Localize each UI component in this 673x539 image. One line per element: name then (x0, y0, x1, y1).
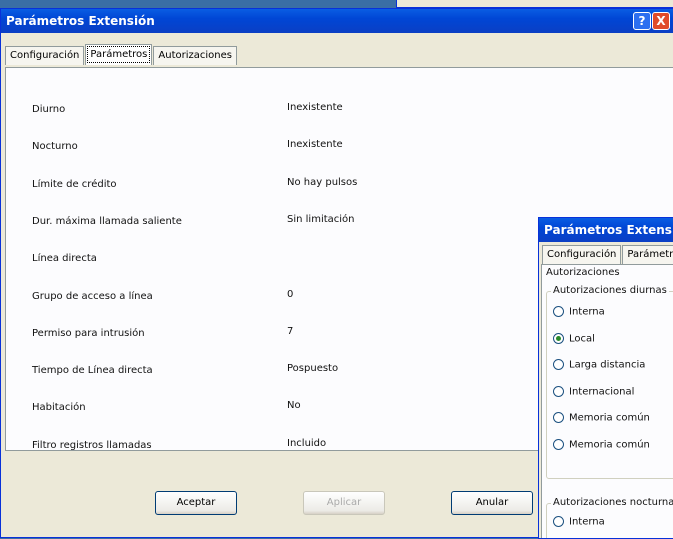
parameter-value: Sin limitación (287, 213, 355, 225)
close-button[interactable]: X (652, 12, 670, 30)
main-tab-0[interactable]: Configuración (5, 46, 85, 65)
parameter-label: Permiso para intrusión (32, 327, 145, 339)
help-button[interactable]: ? (633, 12, 651, 30)
window-title: Parámetros Extensión (6, 14, 155, 28)
night-authorizations-group: Autorizaciones nocturnas Interna (546, 497, 673, 538)
radio-option[interactable]: Local (553, 332, 595, 349)
accept-button[interactable]: Aceptar (155, 491, 237, 515)
apply-button: Aplicar (303, 491, 385, 515)
main-tab-1[interactable]: Parámetros (85, 44, 153, 65)
parameter-value: 7 (287, 325, 294, 337)
parameter-label: Tiempo de Línea directa (32, 365, 153, 377)
radio-label: Memoria común (569, 439, 650, 450)
radio-option[interactable]: Interna (553, 516, 605, 532)
radio-option[interactable]: Internacional (553, 385, 635, 402)
radio-button-icon[interactable] (553, 438, 564, 450)
parameter-label: Grupo de acceso a línea (32, 290, 153, 302)
radio-option[interactable]: Larga distancia (553, 359, 645, 375)
authorizations-panel: Autorizaciones Autorizaciones diurnas In… (541, 264, 673, 538)
parameter-label: Dur. máxima llamada saliente (32, 215, 182, 227)
parameter-value: Pospuesto (287, 363, 339, 375)
parameter-value: Inexistente (287, 102, 343, 113)
title-bar: Parámetros Extensión (1, 9, 673, 33)
secondary-tab-1[interactable]: Parámetros (622, 245, 673, 264)
night-group-title: Autorizaciones nocturnas (551, 497, 673, 508)
parameter-value: Inexistente (287, 139, 343, 151)
main-tab-2[interactable]: Autorizaciones (153, 46, 237, 65)
day-authorizations-group: Autorizaciones diurnas Interna Local Larga… (546, 285, 673, 479)
radio-option[interactable]: Memoria común (553, 412, 650, 428)
parameter-label: Nocturno (32, 141, 78, 153)
secondary-title-bar: Parámetros Extensión (539, 218, 673, 242)
parameter-label: Filtro registros llamadas (32, 439, 152, 451)
radio-button-icon[interactable] (553, 332, 564, 344)
parameter-value: Incluido (287, 437, 327, 449)
radio-label: Interna (569, 306, 605, 318)
parameter-row: Diurno Inexistente (6, 100, 673, 122)
secondary-dialog: Parámetros Extensión ConfiguraciónParáme… (538, 217, 673, 539)
radio-button-icon[interactable] (553, 306, 564, 317)
parameter-label: Límite de crédito (32, 178, 117, 190)
radio-option[interactable]: Memoria común (553, 438, 650, 455)
secondary-tab-0[interactable]: Configuración (542, 245, 622, 264)
parameter-row: Límite de crédito No hay pulsos (6, 175, 673, 197)
parameter-label: Línea directa (32, 253, 97, 265)
radio-button-icon[interactable] (553, 385, 564, 397)
parameter-row: Nocturno Inexistente (6, 137, 673, 159)
parameter-label: Diurno (32, 104, 66, 115)
radio-button-icon[interactable] (553, 412, 564, 423)
parameter-label: Habitación (32, 402, 86, 414)
secondary-tab-strip: ConfiguraciónParámetros (542, 244, 673, 264)
day-group-title: Autorizaciones diurnas (551, 285, 669, 296)
tab-strip: Configuración Parámetros Autorizaciones (5, 44, 238, 65)
radio-label: Local (569, 333, 595, 344)
radio-label: Memoria común (569, 412, 650, 424)
radio-button-icon[interactable] (553, 516, 564, 527)
radio-button-icon[interactable] (553, 359, 564, 370)
secondary-window-title: Parámetros Extensión (544, 223, 673, 237)
radio-option[interactable]: Interna (553, 306, 605, 322)
radio-label: Larga distancia (569, 359, 646, 371)
parameter-value: No hay pulsos (287, 176, 358, 188)
parameter-value: No (287, 400, 301, 412)
cancel-button[interactable]: Anular (451, 491, 533, 515)
parameter-value: 0 (287, 288, 294, 300)
authorizations-heading: Autorizaciones (546, 267, 620, 278)
background-window (396, 0, 673, 8)
radio-label: Interna (569, 516, 605, 528)
radio-label: Internacional (569, 386, 635, 397)
